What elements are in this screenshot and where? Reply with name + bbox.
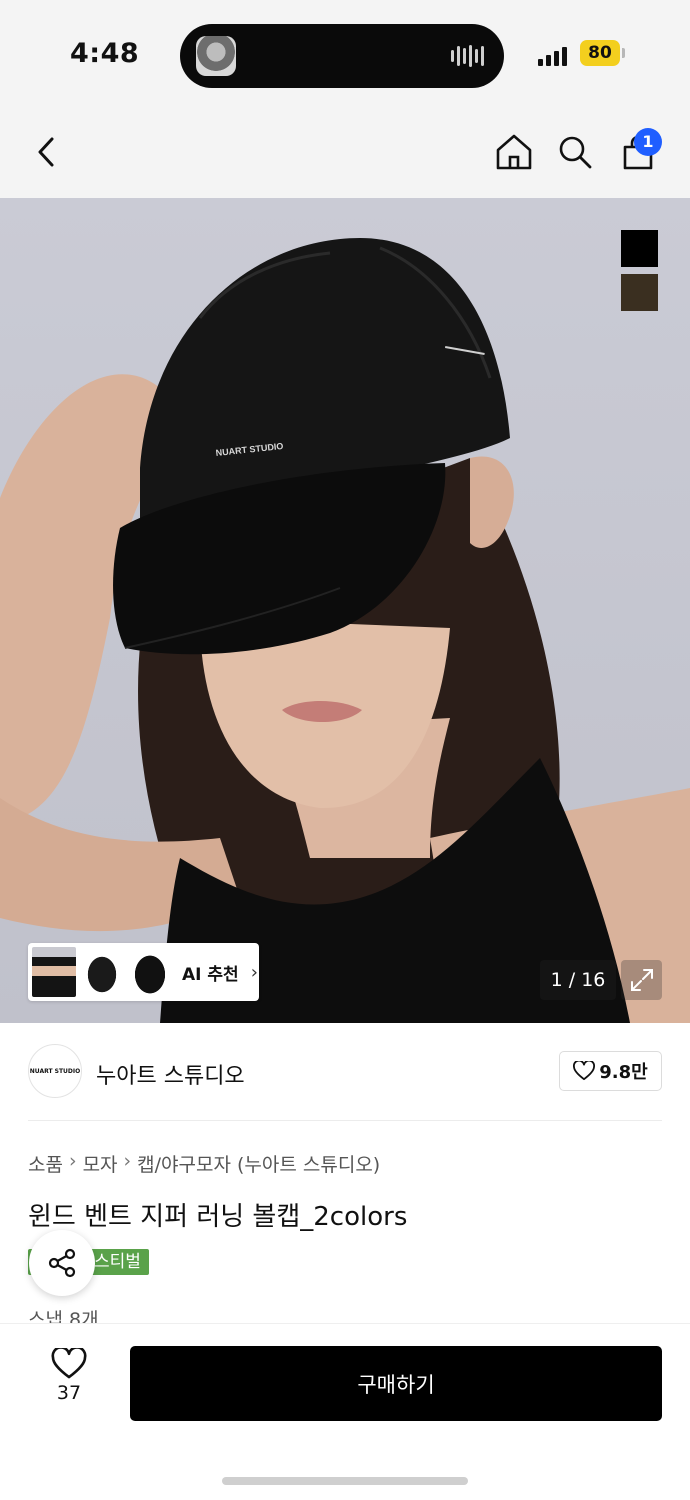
battery-level: 80 <box>580 40 620 66</box>
ai-thumb-cap-1 <box>80 947 124 997</box>
top-navigation <box>0 112 690 198</box>
cart-count-badge: 1 <box>634 128 662 156</box>
ai-thumb-cap-2 <box>128 947 172 997</box>
breadcrumb: 소품 › 모자 › 캡/야구모자 (누아트 스튜디오) <box>28 1150 380 1177</box>
audio-wave-icon <box>451 44 484 68</box>
wishlist-count: 37 <box>56 1382 82 1404</box>
buy-button[interactable]: 구매하기 <box>130 1346 662 1421</box>
image-counter: 1 / 16 <box>540 960 616 1000</box>
divider <box>28 1120 662 1121</box>
breadcrumb-item[interactable]: 소품 <box>28 1150 63 1177</box>
back-button[interactable] <box>22 126 72 178</box>
status-bar: 4:48 80 <box>0 0 690 112</box>
search-button[interactable] <box>550 126 600 178</box>
home-icon <box>496 134 532 170</box>
home-button[interactable] <box>489 126 539 178</box>
product-photo: NUART STUDIO <box>0 238 690 1023</box>
home-indicator <box>222 1477 468 1485</box>
chevron-right-icon: › <box>250 961 258 983</box>
ai-recommend-label: AI 추천 <box>182 964 239 985</box>
brand-like-button[interactable]: 9.8만 <box>559 1051 662 1091</box>
chevron-left-icon <box>38 137 54 167</box>
bottom-action-bar: 37 구매하기 <box>0 1323 690 1500</box>
ai-recommend-button[interactable]: AI 추천 › <box>28 943 259 1001</box>
status-time: 4:48 <box>70 38 140 69</box>
product-title: 윈드 벤트 지퍼 러닝 볼캡_2colors <box>28 1202 408 1232</box>
search-icon <box>559 136 592 169</box>
breadcrumb-item[interactable]: 캡/야구모자 (누아트 스튜디오) <box>137 1150 380 1177</box>
brand-row[interactable]: NUART STUDIO 누아트 스튜디오 9.8만 <box>0 1023 690 1121</box>
color-swatch-black[interactable] <box>621 230 658 267</box>
ai-thumb-model <box>32 947 76 997</box>
heart-icon <box>51 1348 87 1379</box>
color-swatch-brown[interactable] <box>621 274 658 311</box>
expand-icon <box>630 969 653 991</box>
brand-like-count: 9.8만 <box>599 1062 648 1083</box>
share-button[interactable] <box>29 1230 95 1296</box>
product-image-gallery[interactable]: NUART STUDIO <box>0 198 690 1023</box>
cellular-signal-icon <box>538 42 567 66</box>
heart-icon <box>573 1061 596 1081</box>
brand-name[interactable]: 누아트 스튜디오 <box>96 1058 245 1090</box>
breadcrumb-separator: › <box>123 1150 132 1172</box>
dynamic-island[interactable] <box>180 24 504 88</box>
breadcrumb-separator: › <box>68 1150 77 1172</box>
expand-button[interactable] <box>621 960 662 1000</box>
snap-count[interactable]: 스냅 8개 <box>28 1305 99 1323</box>
battery-tip <box>622 48 625 58</box>
breadcrumb-item[interactable]: 모자 <box>83 1150 118 1177</box>
share-icon <box>48 1248 76 1278</box>
wishlist-button[interactable]: 37 <box>36 1348 102 1418</box>
brand-logo[interactable]: NUART STUDIO <box>28 1044 82 1098</box>
now-playing-thumbnail <box>196 36 236 76</box>
